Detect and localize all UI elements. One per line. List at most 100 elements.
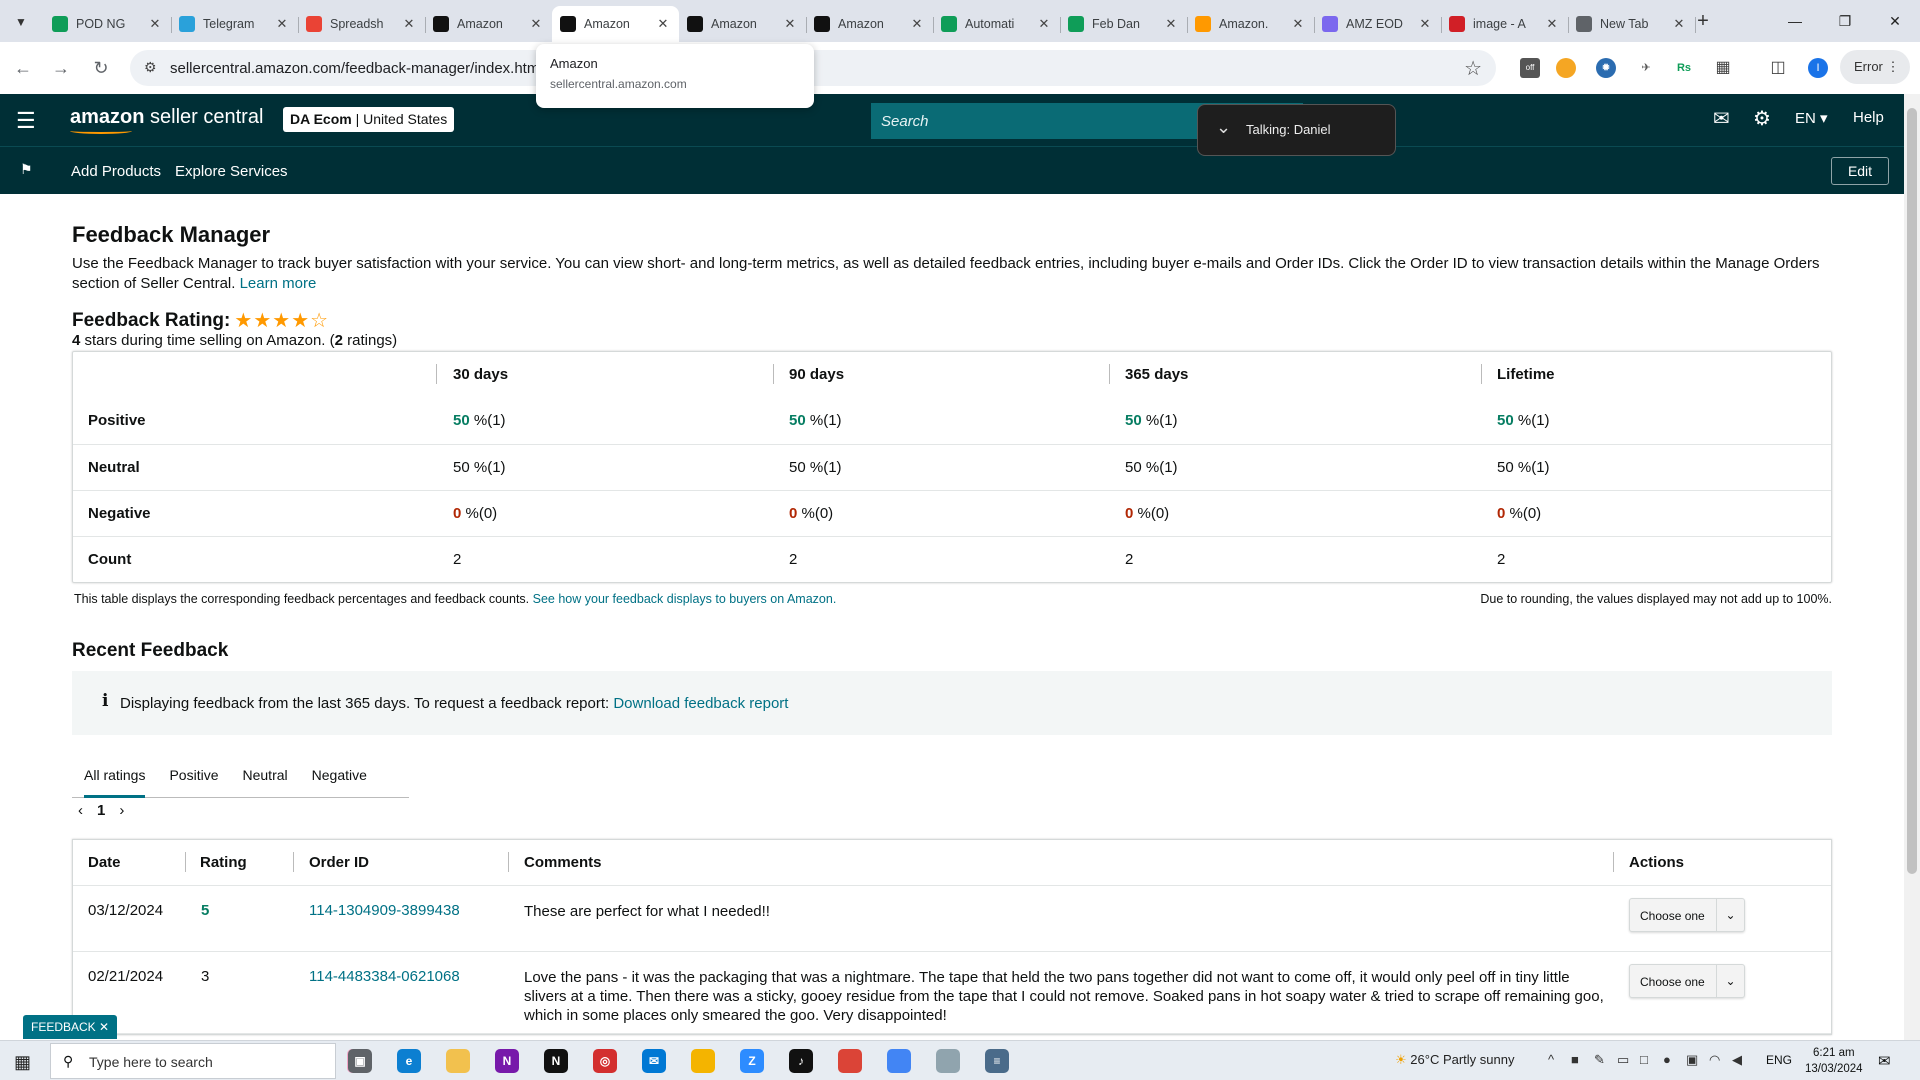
onenote-icon[interactable]: N	[495, 1049, 519, 1073]
close-tab-icon[interactable]: ✕	[401, 16, 417, 32]
seller-central-logo[interactable]: amazon seller central	[70, 106, 263, 134]
nav-add-products[interactable]: Add Products	[71, 163, 161, 180]
extension-off-icon[interactable]: off	[1520, 58, 1540, 78]
close-tab-icon[interactable]: ✕	[274, 16, 290, 32]
close-tab-icon[interactable]: ✕	[909, 16, 925, 32]
browser-tab[interactable]: New Tab ✕	[1568, 8, 1696, 40]
close-tab-icon[interactable]: ✕	[1163, 16, 1179, 32]
extension-plane-icon[interactable]: ✈	[1636, 58, 1656, 78]
profile-avatar[interactable]: I	[1808, 58, 1828, 78]
browser-tab[interactable]: Feb Dan ✕	[1060, 8, 1188, 40]
choose-action-dropdown[interactable]: Choose one ⌄	[1629, 964, 1745, 998]
site-info-icon[interactable]: ⚙	[144, 59, 157, 76]
extensions-puzzle-icon[interactable]: ▦	[1713, 58, 1733, 78]
windows-start-icon[interactable]: ▦	[14, 1052, 31, 1073]
forward-icon[interactable]: →	[48, 55, 74, 81]
task-view-icon[interactable]: ▣	[348, 1049, 372, 1073]
volume-icon[interactable]: ◀	[1732, 1052, 1742, 1068]
tray-app-icon[interactable]: ■	[1571, 1052, 1579, 1067]
weather-widget[interactable]: ☀ 26°C Partly sunny	[1395, 1052, 1514, 1068]
chevron-down-icon[interactable]: ⌄	[1716, 965, 1744, 997]
chrome-profile-icon[interactable]	[838, 1049, 862, 1073]
filter-tab-all-ratings[interactable]: All ratings	[72, 752, 157, 798]
browser-tab[interactable]: Amazon ✕	[806, 8, 934, 40]
account-switcher[interactable]: DA Ecom | United States	[283, 107, 455, 132]
netflix-icon[interactable]: N	[544, 1049, 568, 1073]
close-tab-icon[interactable]: ✕	[782, 16, 798, 32]
browser-tab[interactable]: Spreadsh ✕	[298, 8, 426, 40]
feedback-widget-tab[interactable]: FEEDBACK ✕	[23, 1015, 118, 1039]
filter-tab-positive[interactable]: Positive	[157, 752, 230, 797]
next-page-icon[interactable]: ›	[119, 802, 124, 819]
download-report-link[interactable]: Download feedback report	[613, 695, 788, 712]
battery-icon[interactable]: ▭	[1617, 1052, 1629, 1068]
order-id-link[interactable]: 114-1304909-3899438	[309, 902, 460, 919]
notifications-icon[interactable]: ✉	[1878, 1052, 1891, 1070]
browser-tab[interactable]: Automati ✕	[933, 8, 1061, 40]
system-clock[interactable]: 6:21 am 13/03/2024	[1805, 1045, 1863, 1077]
help-link[interactable]: Help	[1853, 109, 1884, 126]
minimize-icon[interactable]: —	[1775, 8, 1815, 34]
show-hidden-icon[interactable]: ^	[1548, 1052, 1554, 1067]
talking-indicator[interactable]: ⌄ Talking: Daniel	[1197, 104, 1396, 156]
hamburger-menu-icon[interactable]: ☰	[16, 108, 36, 134]
chevron-down-icon[interactable]: ⌄	[1216, 117, 1231, 138]
browser-tab[interactable]: Amazon. ✕	[1187, 8, 1315, 40]
close-tab-icon[interactable]: ✕	[1290, 16, 1306, 32]
order-id-link[interactable]: 114-4483384-0621068	[309, 968, 460, 985]
edit-nav-button[interactable]: Edit	[1831, 157, 1889, 185]
close-tab-icon[interactable]: ✕	[655, 16, 671, 32]
language-selector[interactable]: EN ▾	[1795, 109, 1828, 127]
tab-search-icon[interactable]: ▼	[8, 9, 34, 35]
browser-tab[interactable]: image - A ✕	[1441, 8, 1569, 40]
seller-search-input[interactable]	[881, 111, 1211, 131]
scrollbar-thumb[interactable]	[1907, 108, 1917, 874]
close-tab-icon[interactable]: ✕	[1671, 16, 1687, 32]
close-tab-icon[interactable]: ✕	[147, 16, 163, 32]
bookmark-icon[interactable]: ⚑	[20, 161, 33, 178]
extension-orange-icon[interactable]	[1556, 58, 1576, 78]
reload-icon[interactable]: ↻	[88, 55, 114, 81]
bookmark-star-icon[interactable]: ☆	[1464, 56, 1482, 81]
buyer-display-link[interactable]: See how your feedback displays to buyers…	[533, 592, 837, 606]
filter-tab-neutral[interactable]: Neutral	[231, 752, 300, 797]
filter-tab-negative[interactable]: Negative	[300, 752, 379, 797]
choose-action-dropdown[interactable]: Choose one ⌄	[1629, 898, 1745, 932]
notes-app-icon[interactable]	[936, 1049, 960, 1073]
close-window-icon[interactable]: ✕	[1875, 8, 1915, 34]
current-page[interactable]: 1	[97, 802, 105, 819]
side-panel-icon[interactable]: ◫	[1768, 58, 1788, 78]
microphone-icon[interactable]: ●	[1663, 1052, 1671, 1067]
close-tab-icon[interactable]: ✕	[1544, 16, 1560, 32]
wifi-icon[interactable]: ◠	[1709, 1052, 1720, 1068]
chrome-icon[interactable]	[691, 1049, 715, 1073]
restore-icon[interactable]: ❐	[1825, 8, 1865, 34]
prev-page-icon[interactable]: ‹	[78, 802, 83, 819]
tray-pen-icon[interactable]: ✎	[1594, 1052, 1605, 1068]
browser-tab[interactable]: Telegram ✕	[171, 8, 299, 40]
chrome-profile-2-icon[interactable]	[887, 1049, 911, 1073]
app-red-icon[interactable]: ◎	[593, 1049, 617, 1073]
tiktok-icon[interactable]: ♪	[789, 1049, 813, 1073]
close-tab-icon[interactable]: ✕	[528, 16, 544, 32]
close-tab-icon[interactable]: ✕	[1036, 16, 1052, 32]
edge-icon[interactable]: e	[397, 1049, 421, 1073]
tray-app-3-icon[interactable]: ▣	[1686, 1052, 1698, 1068]
close-tab-icon[interactable]: ✕	[1417, 16, 1433, 32]
taskbar-search[interactable]: ⚲ Type here to search	[50, 1043, 336, 1079]
extension-blue-icon[interactable]: ✹	[1596, 58, 1616, 78]
browser-tab[interactable]: POD NG ✕	[44, 8, 172, 40]
settings-gear-icon[interactable]: ⚙	[1753, 106, 1771, 131]
zoom-icon[interactable]: Z	[740, 1049, 764, 1073]
tray-app-2-icon[interactable]: □	[1640, 1052, 1648, 1067]
back-icon[interactable]: ←	[10, 55, 36, 81]
input-language[interactable]: ENG	[1766, 1053, 1792, 1067]
extension-rs-icon[interactable]: Rs	[1674, 58, 1694, 78]
url-text[interactable]: sellercentral.amazon.com/feedback-manage…	[170, 60, 539, 77]
mail-app-icon[interactable]: ✉	[642, 1049, 666, 1073]
error-chip[interactable]: Error ⋮	[1840, 50, 1910, 84]
nav-explore-services[interactable]: Explore Services	[175, 163, 288, 180]
browser-tab[interactable]: Amazon ✕	[552, 6, 679, 42]
file-explorer-icon[interactable]	[446, 1049, 470, 1073]
new-tab-button[interactable]: +	[1690, 8, 1716, 34]
